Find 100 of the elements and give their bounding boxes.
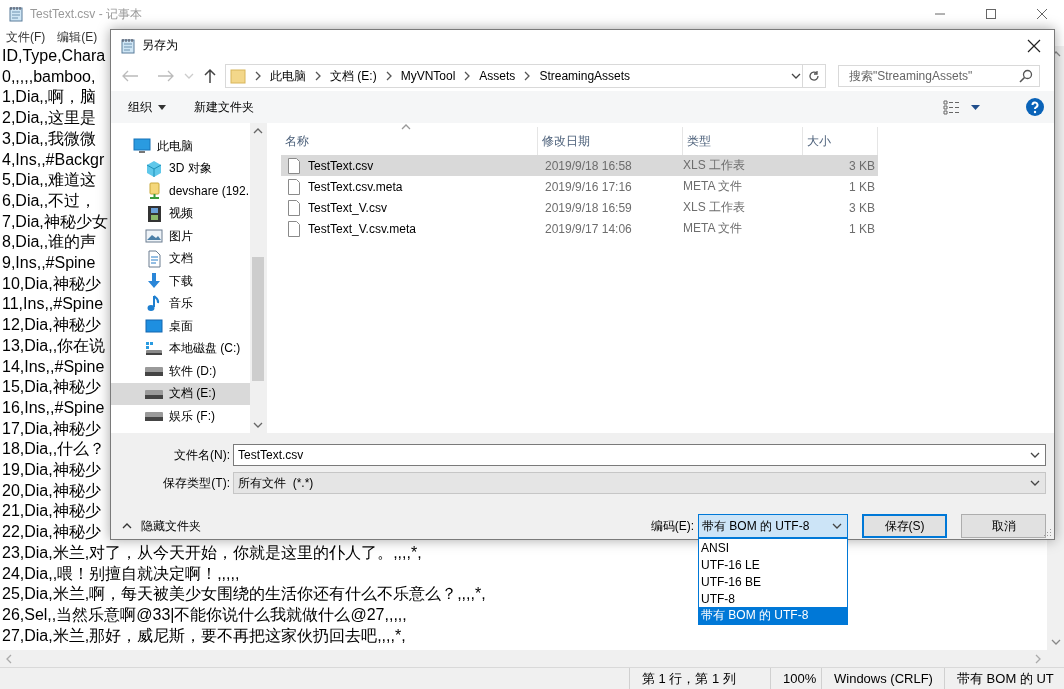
caret-down-icon[interactable] [971,104,980,110]
status-text: 100% [783,671,817,686]
nav-item[interactable]: 此电脑 [111,135,250,158]
text-line: 9,Ins,,#Spine [2,254,96,272]
nav-item[interactable]: 视频 [111,202,250,225]
file-icon [287,178,301,195]
text-line: 20,Dia,神秘少 [2,481,101,499]
file-name: TestText.csv [308,158,374,173]
breadcrumb-item[interactable]: StreamingAssets [539,69,631,83]
file-row[interactable]: TestText.csv 2019/9/18 16:58 XLS 工作表 3 KB [281,155,878,176]
file-name: TestText_V.csv [308,200,387,215]
breadcrumb-item[interactable]: 文档 (E:) [330,67,377,85]
text-line: 27,Dia,米兰,那好，威尼斯，要不再把这家伙扔回去吧,,,,*, [2,626,406,644]
nav-item[interactable]: 文档 [111,247,250,270]
hide-folders-toggle[interactable]: 隐藏文件夹 [121,517,201,535]
dropdown-option[interactable]: ANSI [699,539,847,556]
table-cell: 2019/9/16 17:16 [545,179,632,194]
nav-item[interactable]: 3D 对象 [111,157,250,180]
text-line: 25,Dia,米兰,啊，每天被美少女围绕的生活你还有什么不乐意么？,,,,*, [2,585,486,603]
file-name: TestText_V.csv.meta [308,221,417,236]
scrollbar-thumb[interactable] [252,257,264,381]
text-line: 15,Dia,神秘少 [2,378,101,396]
new-folder-button[interactable]: 新建文件夹 [194,98,254,116]
text-line: 23,Dia,米兰,对了，从今天开始，你就是这里的仆人了。,,,,*, [2,543,422,561]
cube-icon [145,159,163,178]
text-line: 3,Dia,,我微微 [2,129,97,147]
text-line: 5,Dia,,难道这 [2,171,97,189]
breadcrumb-item[interactable]: 此电脑 [270,67,306,85]
nav-item[interactable]: 图片 [111,225,250,248]
nav-item[interactable]: devshare (192. [111,180,250,203]
nav-item[interactable]: 音乐 [111,292,250,315]
refresh-button[interactable] [803,64,826,88]
file-type-dropdown[interactable]: 所有文件 (*.*) [233,472,1046,494]
save-button[interactable]: 保存(S) [862,514,947,538]
table-cell: 2019/9/18 16:59 [545,200,632,215]
table-cell: META 文件 [683,220,743,237]
dropdown-option[interactable]: 带有 BOM 的 UTF-8 [699,607,847,624]
file-row[interactable]: TestText_V.csv.meta 2019/9/17 14:06 META 文件 1 KB [281,218,878,239]
maximize-icon [984,8,997,20]
dropdown-option[interactable]: UTF-16 LE [699,556,847,573]
dropdown-option[interactable]: UTF-8 [699,590,847,607]
text-line: 2,Dia,,这里是 [2,109,97,127]
file-row[interactable]: TestText_V.csv 2019/9/18 16:59 XLS 工作表 3 KB [281,197,878,218]
notepad-icon [120,37,136,54]
text-line: 21,Dia,神秘少 [2,502,101,520]
text-line: 0,,,,,bamboo, [2,67,96,85]
up-arrow-icon[interactable] [203,68,217,84]
table-cell: 1 KB [849,179,875,194]
text-line: 13,Dia,,你在说 [2,336,106,354]
table-cell: XLS 工作表 [683,199,745,216]
encoding-dropdown[interactable]: 带有 BOM 的 UTF-8 [698,514,848,538]
notepad-icon [8,6,24,22]
menu-item[interactable]: 文件(F) [0,28,52,46]
text-line: 1,Dia,,啊，脑 [2,88,97,106]
field-label: 编码(E): [650,517,694,535]
caret-down-icon [158,104,166,110]
breadcrumb-item[interactable]: MyVNTool [400,69,456,83]
file-icon [287,220,301,237]
nav-item[interactable]: 桌面 [111,315,250,338]
computer-icon [133,137,151,156]
table-cell: META 文件 [683,178,743,195]
address-bar[interactable]: 此电脑 文档 (E:) MyVNTool Assets StreamingAssets [225,64,803,88]
organize-menu-button[interactable]: 组织 [128,98,166,116]
search-field[interactable]: 搜索"StreamingAssets" [838,65,1040,87]
text-line: 17,Dia,神秘少 [2,419,101,437]
field-label: 保存类型(T): [162,474,231,492]
filename-field[interactable]: TestText.csv [233,444,1046,466]
nav-item[interactable]: 娱乐 (F:) [111,405,250,428]
dropdown-option[interactable]: UTF-16 BE [699,573,847,590]
resize-grip-icon[interactable] [1042,527,1052,537]
document-icon [145,249,163,268]
file-name: TestText.csv.meta [308,179,403,194]
desktop-icon [145,317,163,336]
film-icon [145,204,163,223]
table-cell: 3 KB [849,158,875,173]
file-icon [287,157,301,174]
text-line: 19,Dia,神秘少 [2,461,101,479]
cancel-button[interactable]: 取消 [961,514,1046,538]
nav-item[interactable]: 下载 [111,270,250,293]
file-icon [287,199,301,216]
picture-icon [145,227,163,246]
table-cell: 2019/9/17 14:06 [545,221,632,236]
nav-item[interactable]: 文档 (E:) [111,382,250,405]
window-title: TestText.csv - 记事本 [30,5,143,23]
help-icon[interactable] [1026,98,1044,116]
text-line: 16,Ins,,#Spine [2,398,105,416]
status-text: 第 1 行，第 1 列 [642,669,736,688]
file-row[interactable]: TestText.csv.meta 2019/9/16 17:16 META 文件 1 KB [281,176,878,197]
nav-item[interactable]: 本地磁盘 (C:) [111,337,250,360]
text-line: 14,Ins,,#Spine [2,357,105,375]
dialog-title: 另存为 [142,37,179,54]
table-cell: XLS 工作表 [683,157,745,174]
breadcrumb-item[interactable]: Assets [479,69,516,83]
text-line: 7,Dia,神秘少女 [2,212,108,230]
refresh-icon [808,70,820,82]
text-line: 24,Dia,,喂！别擅自就决定啊！,,,,, [2,564,240,582]
menu-item[interactable]: 编辑(E) [51,28,104,46]
status-text: Windows (CRLF) [834,671,933,686]
nav-item[interactable]: 软件 (D:) [111,360,250,383]
field-label: 文件名(N): [173,446,231,464]
